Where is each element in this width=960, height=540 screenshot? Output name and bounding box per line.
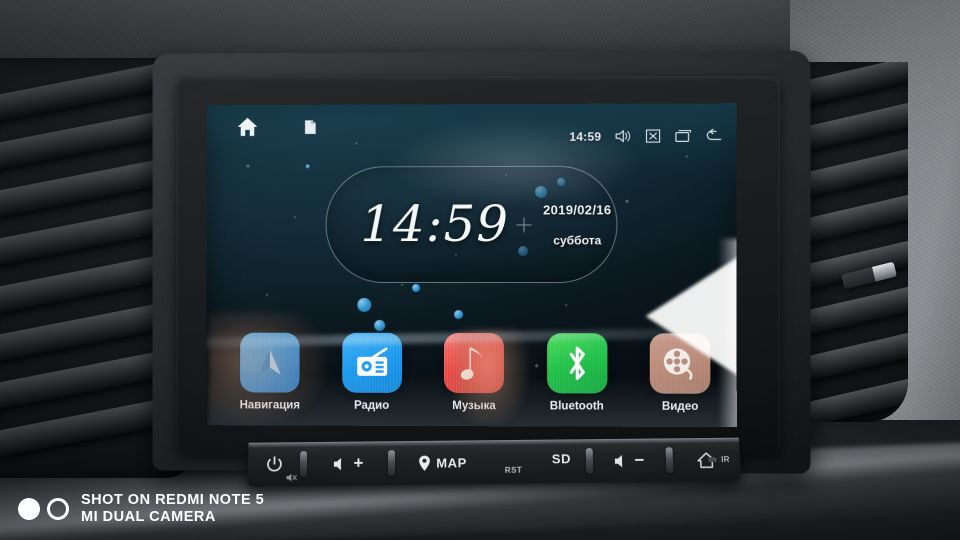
app-music[interactable]: Музыка xyxy=(428,332,520,413)
status-bar: 14:59 xyxy=(207,103,736,151)
bubble-decoration xyxy=(518,245,529,256)
clock-date-group: 2019/02/16 суббота xyxy=(543,202,611,247)
app-tile-video[interactable] xyxy=(649,333,711,394)
watermark-text: SHOT ON REDMI NOTE 5 MI DUAL CAMERA xyxy=(81,492,264,526)
bubble-decoration xyxy=(412,283,421,292)
bubble-decoration xyxy=(357,297,372,312)
sd-card-slot[interactable]: SD xyxy=(537,439,587,483)
volume-down-icon xyxy=(615,455,624,467)
dashboard-photo: 14:59 14:59 2019/02/16 суббота Навигация… xyxy=(0,0,960,540)
mute-icon xyxy=(286,472,298,483)
power-icon xyxy=(266,456,282,471)
music-note-icon xyxy=(460,347,483,380)
speaker-icon[interactable] xyxy=(614,129,631,144)
home-button[interactable] xyxy=(672,438,741,482)
ir-receiver: IR xyxy=(707,455,731,465)
status-bar-right-group: 14:59 xyxy=(569,128,722,143)
radio-icon xyxy=(357,348,388,377)
dual-camera-icon xyxy=(18,497,69,520)
bubble-decoration xyxy=(305,164,310,169)
head-unit-screen[interactable]: 14:59 14:59 2019/02/16 суббота Навигация… xyxy=(206,103,737,428)
app-label-radio: Радио xyxy=(354,399,390,412)
bubble-decoration xyxy=(453,309,463,320)
clock-time: 14:59 xyxy=(360,194,510,253)
bubble-decoration xyxy=(535,185,548,198)
app-navigation[interactable]: Навигация xyxy=(224,332,315,412)
ir-label: IR xyxy=(720,455,731,465)
clock-widget[interactable]: 14:59 2019/02/16 суббота xyxy=(325,165,618,284)
clock-date: 2019/02/16 xyxy=(543,201,612,217)
recents-icon[interactable] xyxy=(675,128,692,143)
power-button[interactable] xyxy=(247,442,300,486)
volume-up-label: + xyxy=(353,453,365,473)
map-label: MAP xyxy=(436,454,467,471)
bubble-decoration xyxy=(557,177,566,186)
volume-down-label: − xyxy=(634,450,646,470)
map-pin-icon xyxy=(419,455,431,470)
app-video[interactable]: Видео xyxy=(634,333,727,413)
sd-card-icon[interactable] xyxy=(304,120,317,135)
app-label-music: Музыка xyxy=(452,400,496,413)
film-reel-icon xyxy=(663,348,698,380)
status-bar-time: 14:59 xyxy=(569,129,602,144)
navigation-arrow-icon xyxy=(258,349,281,375)
clock-weekday: суббота xyxy=(553,232,602,247)
camera-watermark: SHOT ON REDMI NOTE 5 MI DUAL CAMERA xyxy=(18,492,264,526)
app-label-video: Видео xyxy=(661,400,699,413)
camera-lens-ring xyxy=(47,497,69,520)
camera-lens-filled xyxy=(18,497,40,520)
back-arrow-icon[interactable] xyxy=(705,128,722,143)
volume-up-icon xyxy=(333,457,341,470)
plus-marker-icon xyxy=(516,216,531,232)
app-radio[interactable]: Радио xyxy=(326,332,418,412)
ir-dot-icon xyxy=(707,457,718,463)
close-box-icon[interactable] xyxy=(644,129,661,144)
app-tile-navigation[interactable] xyxy=(240,332,300,393)
app-tile-radio[interactable] xyxy=(341,332,402,393)
app-bluetooth[interactable]: Bluetooth xyxy=(531,333,624,413)
app-dock: Навигация Радио Музыка Bluetooth Видео xyxy=(224,332,727,413)
volume-up-button[interactable]: + xyxy=(307,441,389,486)
app-tile-music[interactable] xyxy=(443,332,505,394)
app-label-navigation: Навигация xyxy=(239,399,300,412)
watermark-line-1: SHOT ON REDMI NOTE 5 xyxy=(81,491,265,508)
app-label-bluetooth: Bluetooth xyxy=(549,400,604,413)
sd-slot-label: SD xyxy=(551,450,572,466)
bubble-decoration xyxy=(374,319,386,331)
hardware-button-bar: + MAP RST SD − IR xyxy=(247,437,741,487)
bluetooth-icon xyxy=(563,344,591,382)
reset-label: RST xyxy=(504,465,523,475)
volume-down-button[interactable]: − xyxy=(592,438,666,482)
app-tile-bluetooth[interactable] xyxy=(546,333,607,394)
home-icon[interactable] xyxy=(237,117,259,137)
reset-button[interactable]: RST xyxy=(490,440,538,484)
watermark-line-2: MI DUAL CAMERA xyxy=(81,508,216,525)
map-button[interactable]: MAP xyxy=(395,440,490,485)
